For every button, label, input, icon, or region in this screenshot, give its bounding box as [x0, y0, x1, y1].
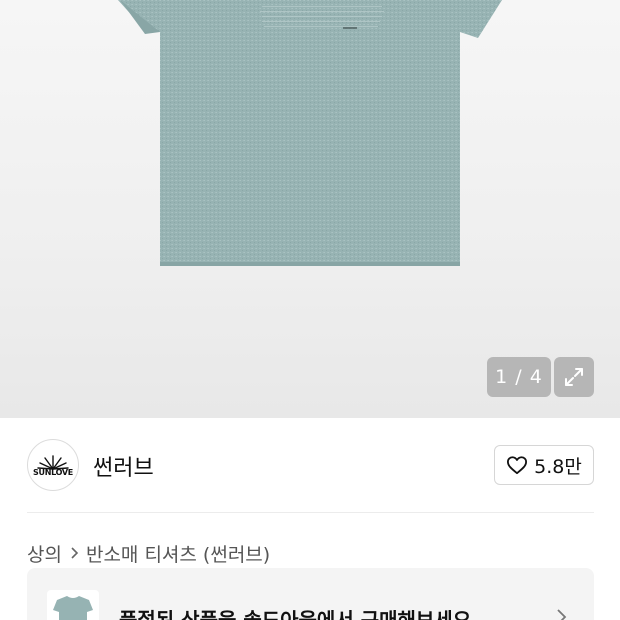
tshirt-thumbnail-icon	[53, 596, 93, 620]
banner-text: 품절된 상품을 솔드아웃에서 구매해보세요	[119, 608, 472, 620]
image-counter: 1 / 4	[487, 357, 551, 397]
product-image-gallery[interactable]: 1 / 4	[0, 0, 620, 418]
brand-row: SUNLOVE 썬러브 5.8만	[0, 418, 620, 512]
expand-icon	[565, 368, 583, 386]
section-divider	[27, 512, 594, 513]
soldout-banner[interactable]: 품절된 상품을 솔드아웃에서 구매해보세요	[27, 568, 594, 620]
product-tshirt-image	[118, 0, 502, 266]
breadcrumb-item-subcategory[interactable]: 반소매 티셔츠 (썬러브)	[86, 540, 270, 567]
heart-icon	[507, 456, 528, 475]
banner-thumbnail	[47, 590, 99, 620]
brand-name[interactable]: 썬러브	[93, 450, 154, 482]
expand-button[interactable]	[554, 357, 594, 397]
breadcrumb: 상의 반소매 티셔츠 (썬러브)	[27, 540, 270, 566]
like-button[interactable]: 5.8만	[494, 445, 594, 485]
like-count: 5.8만	[534, 455, 582, 478]
breadcrumb-item-category[interactable]: 상의	[27, 540, 62, 567]
brand-logo[interactable]: SUNLOVE	[27, 439, 79, 491]
logo-text: SUNLOVE	[33, 467, 73, 477]
chevron-right-icon	[69, 546, 79, 560]
chevron-right-icon	[555, 608, 567, 620]
